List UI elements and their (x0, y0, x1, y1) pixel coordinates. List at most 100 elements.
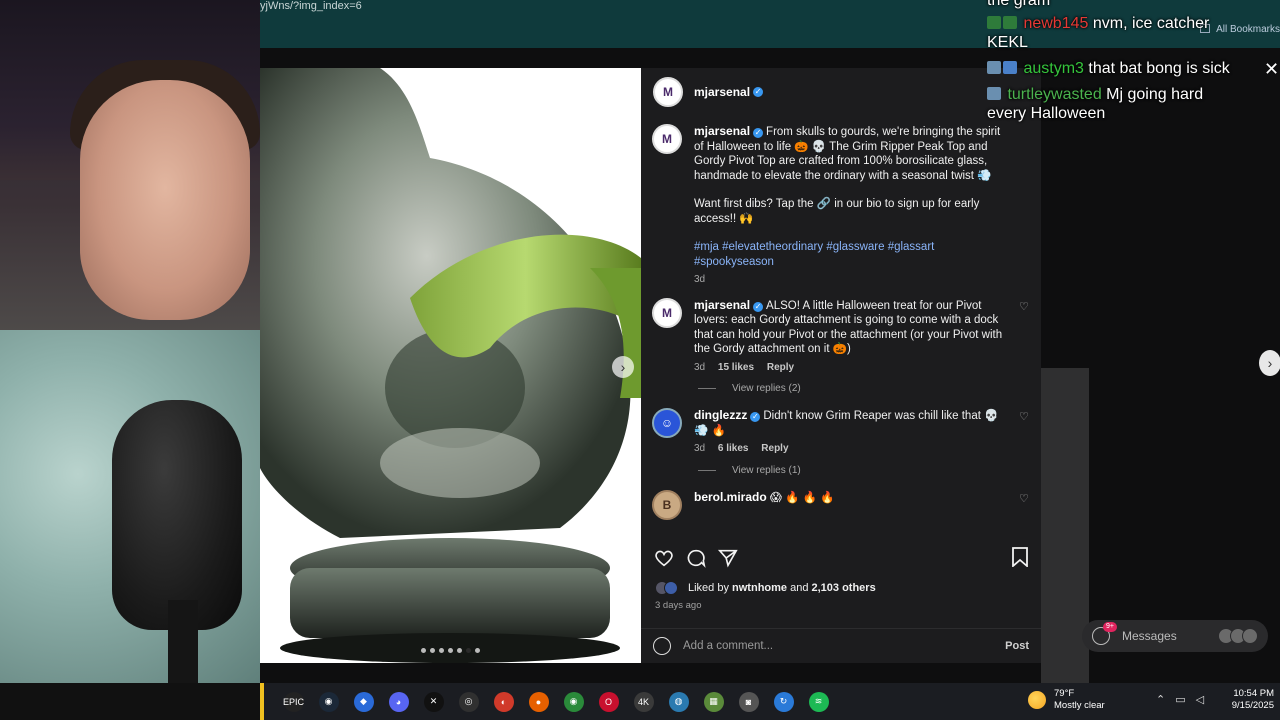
view-replies-label: View replies (2) (732, 383, 801, 394)
comment-avatar[interactable]: B (652, 489, 682, 520)
replies-divider (698, 469, 716, 471)
messages-bar[interactable]: 9+ Messages (1082, 620, 1268, 652)
comment-item: ☺ dinglezzz ✓ Didn't know Grim Reaper was … (641, 408, 1041, 457)
app-red-icon[interactable]: ◐ (493, 691, 514, 712)
comment-like-heart-icon[interactable]: ♡ (1019, 493, 1029, 504)
comment-like-heart-icon[interactable]: ♡ (1019, 412, 1029, 423)
carousel-dot[interactable] (475, 648, 480, 653)
comment-avatar[interactable]: ☺ (652, 408, 682, 438)
liker-avatar (664, 581, 678, 595)
stream-chat-overlay: the gram newb145 nvm, ice catcher KEKL a… (987, 0, 1280, 130)
post-actions (653, 545, 1029, 571)
weather-widget[interactable]: 79°F Mostly clear (1028, 688, 1105, 712)
comment-username[interactable]: dinglezzz (694, 408, 747, 422)
steam-icon[interactable]: ◉ (318, 691, 339, 712)
save-bookmark-icon[interactable] (1011, 547, 1029, 567)
badge-icon (987, 61, 1001, 74)
messenger-icon: 9+ (1092, 622, 1117, 645)
mjarsenal-avatar[interactable]: M (653, 77, 683, 107)
minecraft-icon[interactable]: ▦ (703, 691, 724, 712)
liked-by[interactable]: Liked by nwtnhome and 2,103 others (655, 581, 876, 595)
comment-item: M mjarsenal ✓ ALSO! A little Halloween tre… (641, 297, 1041, 376)
reply-button[interactable]: Reply (761, 443, 788, 454)
header-username[interactable]: mjarsenal (694, 85, 750, 99)
windows-taskbar: EPIC ◉ ◆ ◕ ✕ ◎ ◐ ● ◉ O 4K ◍ ▦ ◙ ↻ ≋ (260, 683, 1280, 720)
liked-by-prefix: Liked by (688, 582, 733, 594)
post-media[interactable]: › (260, 68, 641, 663)
comment-like-heart-icon[interactable]: ♡ (1019, 301, 1029, 312)
chat-text: nvm, ice catcher (1092, 15, 1210, 32)
carousel-dot[interactable] (430, 648, 435, 653)
comment-body: berol.mirado 😱 🔥 🔥 🔥 (694, 490, 834, 520)
next-post-arrow[interactable]: › (1259, 350, 1280, 376)
carousel-dot[interactable] (466, 648, 471, 653)
carousel-dot[interactable] (421, 648, 426, 653)
carousel-dot[interactable] (439, 648, 444, 653)
post-comment-button[interactable]: Post (1005, 640, 1029, 652)
camera-icon[interactable]: ◙ (738, 691, 759, 712)
view-replies-link[interactable]: View replies (1) (698, 465, 1041, 476)
carousel-dot[interactable] (448, 648, 453, 653)
weather-temp: 79°F (1054, 688, 1075, 699)
comment-likes[interactable]: 6 likes (718, 443, 749, 454)
liked-by-others[interactable]: 2,103 others (812, 582, 876, 594)
comment-avatar[interactable]: M (652, 297, 682, 328)
messages-label: Messages (1122, 629, 1177, 643)
share-paper-plane-icon[interactable] (717, 547, 739, 569)
screen: yjWns/?img_index=6 All Bookmarks › M mja… (0, 0, 1280, 720)
app-icon[interactable]: ◆ (353, 691, 374, 712)
post-header: M mjarsenal ✓ (641, 68, 1041, 116)
volume-icon[interactable]: ◁ (1196, 693, 1204, 706)
caption-hashtags[interactable]: #mja #elevatetheordinary #glassware #gla… (694, 240, 1013, 269)
media-next-arrow[interactable]: › (612, 356, 634, 378)
chat-text: the gram (987, 0, 1051, 9)
caption-body: mjarsenal ✓ From skulls to gourds, we're b… (694, 124, 1013, 288)
comment-likes[interactable]: 15 likes (718, 362, 754, 373)
network-icon[interactable]: ▭ (1175, 693, 1185, 706)
carousel-dots (260, 648, 641, 653)
capcut-icon[interactable]: ✕ (423, 691, 444, 712)
4k-icon[interactable]: 4K (633, 691, 654, 712)
like-heart-icon[interactable] (653, 547, 675, 569)
chrome-icon[interactable]: ◉ (563, 691, 584, 712)
reply-button[interactable]: Reply (767, 362, 794, 373)
caption-username[interactable]: mjarsenal (694, 124, 750, 138)
emoji-smiley-icon[interactable] (653, 637, 671, 655)
comment-item: B berol.mirado 😱 🔥 🔥 🔥 ♡ (641, 489, 1041, 520)
obs-icon[interactable]: ◎ (458, 691, 479, 712)
view-replies-link[interactable]: View replies (2) (698, 383, 1041, 394)
address-bar-url[interactable]: yjWns/?img_index=6 (260, 0, 362, 12)
carousel-dot[interactable] (457, 648, 462, 653)
epic-games-icon[interactable]: EPIC (283, 691, 304, 712)
microphone-arm (168, 600, 198, 683)
microphone (112, 400, 242, 630)
comment-meta: 3d 15 likes Reply (694, 361, 1013, 376)
streamer-face (80, 80, 250, 320)
taskbar-clock[interactable]: 10:54 PM 9/15/2025 (1228, 688, 1274, 712)
comment-bubble-icon[interactable] (685, 547, 707, 569)
refresh-app-icon[interactable]: ↻ (773, 691, 794, 712)
chat-text: KEKL (987, 34, 1028, 51)
discord-icon[interactable]: ◕ (388, 691, 409, 712)
firefox-icon[interactable]: ● (528, 691, 549, 712)
chat-line-cont: KEKL (987, 33, 1028, 52)
close-modal-icon[interactable]: ✕ (1264, 60, 1279, 78)
message-avatars (1218, 628, 1258, 644)
app-globe-icon[interactable]: ◍ (668, 691, 689, 712)
caption-avatar[interactable]: M (652, 124, 682, 154)
spotify-icon[interactable]: ≋ (808, 691, 829, 712)
liked-by-user[interactable]: nwtnhome (732, 582, 787, 594)
opera-icon[interactable]: O (598, 691, 619, 712)
verified-icon: ✓ (753, 87, 764, 97)
comments-list[interactable]: M mjarsenal ✓ From skulls to gourds, we're… (641, 124, 1041, 524)
chevron-up-icon[interactable]: ⌃ (1156, 693, 1165, 706)
replies-divider (698, 388, 716, 389)
comment-username[interactable]: berol.mirado (694, 490, 767, 504)
chat-username: turtleywasted (1007, 86, 1102, 103)
comment-input[interactable]: Add a comment... (683, 640, 1005, 652)
post-caption: M mjarsenal ✓ From skulls to gourds, we're… (641, 124, 1041, 288)
verified-icon: ✓ (753, 301, 764, 312)
liked-by-text: Liked by nwtnhome and 2,103 others (688, 582, 876, 594)
comment-username[interactable]: mjarsenal (694, 298, 750, 312)
chat-text: that bat bong is sick (1088, 60, 1230, 77)
